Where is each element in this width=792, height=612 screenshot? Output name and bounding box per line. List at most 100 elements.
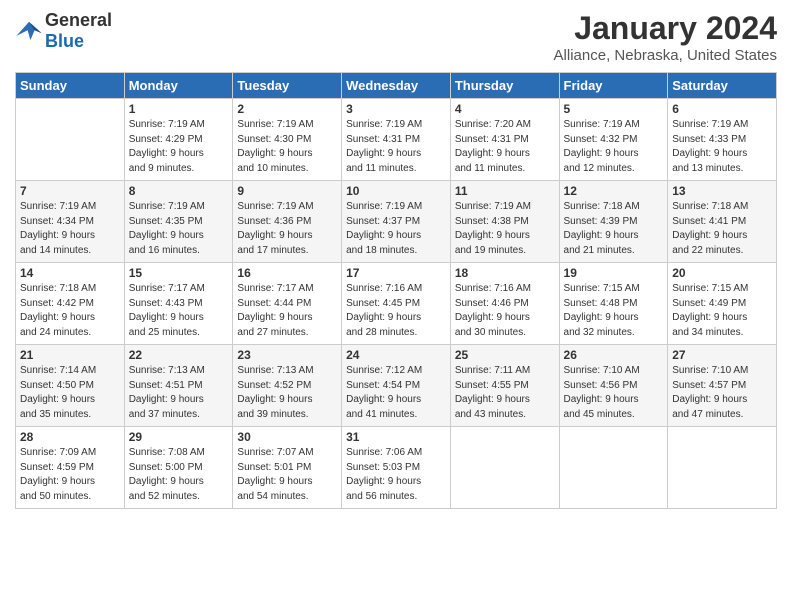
day-info: Sunrise: 7:19 AM Sunset: 4:35 PM Dayligh… <box>129 200 229 258</box>
calendar-cell: 1Sunrise: 7:19 AM Sunset: 4:29 PM Daylig… <box>124 99 233 181</box>
day-number: 8 <box>129 184 229 198</box>
day-info: Sunrise: 7:19 AM Sunset: 4:30 PM Dayligh… <box>237 118 337 176</box>
week-row-0: 1Sunrise: 7:19 AM Sunset: 4:29 PM Daylig… <box>16 99 777 181</box>
calendar-cell: 29 Sunrise: 7:08 AM Sunset: 5:00 PM Dayli… <box>124 427 233 509</box>
logo-icon <box>15 20 43 42</box>
header-day-friday: Friday <box>559 73 668 99</box>
calendar-cell: 10 Sunrise: 7:19 AM Sunset: 4:37 PM Dayli… <box>342 181 451 263</box>
calendar-cell <box>16 99 125 181</box>
logo: General Blue <box>15 10 112 52</box>
calendar-cell <box>450 427 559 509</box>
day-info: Sunrise: 7:19 AM Sunset: 4:33 PM Dayligh… <box>672 118 772 176</box>
day-number: 25 <box>455 348 555 362</box>
day-number: 23 <box>237 348 337 362</box>
calendar-table: SundayMondayTuesdayWednesdayThursdayFrid… <box>15 72 777 509</box>
day-number: 21 <box>20 348 120 362</box>
calendar-cell: 16 Sunrise: 7:17 AM Sunset: 4:44 PM Dayli… <box>233 263 342 345</box>
calendar-cell: 7Sunrise: 7:19 AM Sunset: 4:34 PM Daylig… <box>16 181 125 263</box>
calendar-cell: 30 Sunrise: 7:07 AM Sunset: 5:01 PM Dayli… <box>233 427 342 509</box>
day-number: 22 <box>129 348 229 362</box>
logo-blue: Blue <box>45 31 84 51</box>
day-info: Sunrise: 7:13 AM Sunset: 4:52 PM Dayligh… <box>237 364 337 422</box>
day-number: 11 <box>455 184 555 198</box>
day-number: 28 <box>20 430 120 444</box>
day-info: Sunrise: 7:14 AM Sunset: 4:50 PM Dayligh… <box>20 364 120 422</box>
day-number: 16 <box>237 266 337 280</box>
day-number: 31 <box>346 430 446 444</box>
calendar-cell: 12 Sunrise: 7:18 AM Sunset: 4:39 PM Dayli… <box>559 181 668 263</box>
day-info: Sunrise: 7:18 AM Sunset: 4:39 PM Dayligh… <box>564 200 664 258</box>
day-number: 26 <box>564 348 664 362</box>
calendar-cell: 25 Sunrise: 7:11 AM Sunset: 4:55 PM Dayli… <box>450 345 559 427</box>
header-row-days: SundayMondayTuesdayWednesdayThursdayFrid… <box>16 73 777 99</box>
calendar-cell: 17Sunrise: 7:16 AM Sunset: 4:45 PM Dayli… <box>342 263 451 345</box>
day-info: Sunrise: 7:08 AM Sunset: 5:00 PM Dayligh… <box>129 446 229 504</box>
week-row-3: 21 Sunrise: 7:14 AM Sunset: 4:50 PM Dayli… <box>16 345 777 427</box>
header-day-sunday: Sunday <box>16 73 125 99</box>
day-info: Sunrise: 7:18 AM Sunset: 4:41 PM Dayligh… <box>672 200 772 258</box>
month-title: January 2024 <box>554 10 777 47</box>
day-info: Sunrise: 7:10 AM Sunset: 4:57 PM Dayligh… <box>672 364 772 422</box>
calendar-cell: 24 Sunrise: 7:12 AM Sunset: 4:54 PM Dayli… <box>342 345 451 427</box>
day-number: 15 <box>129 266 229 280</box>
header-day-thursday: Thursday <box>450 73 559 99</box>
day-info: Sunrise: 7:12 AM Sunset: 4:54 PM Dayligh… <box>346 364 446 422</box>
day-info: Sunrise: 7:15 AM Sunset: 4:48 PM Dayligh… <box>564 282 664 340</box>
calendar-cell: 6Sunrise: 7:19 AM Sunset: 4:33 PM Daylig… <box>668 99 777 181</box>
day-info: Sunrise: 7:20 AM Sunset: 4:31 PM Dayligh… <box>455 118 555 176</box>
calendar-cell: 18Sunrise: 7:16 AM Sunset: 4:46 PM Dayli… <box>450 263 559 345</box>
main-container: General Blue January 2024 Alliance, Nebr… <box>0 0 792 519</box>
day-info: Sunrise: 7:17 AM Sunset: 4:43 PM Dayligh… <box>129 282 229 340</box>
day-number: 10 <box>346 184 446 198</box>
calendar-cell: 22 Sunrise: 7:13 AM Sunset: 4:51 PM Dayli… <box>124 345 233 427</box>
day-number: 13 <box>672 184 772 198</box>
day-number: 19 <box>564 266 664 280</box>
day-info: Sunrise: 7:06 AM Sunset: 5:03 PM Dayligh… <box>346 446 446 504</box>
calendar-cell: 15 Sunrise: 7:17 AM Sunset: 4:43 PM Dayli… <box>124 263 233 345</box>
day-number: 5 <box>564 102 664 116</box>
header-row: General Blue January 2024 Alliance, Nebr… <box>15 10 777 64</box>
day-number: 14 <box>20 266 120 280</box>
location-title: Alliance, Nebraska, United States <box>554 47 777 64</box>
day-info: Sunrise: 7:17 AM Sunset: 4:44 PM Dayligh… <box>237 282 337 340</box>
day-info: Sunrise: 7:13 AM Sunset: 4:51 PM Dayligh… <box>129 364 229 422</box>
calendar-cell: 8 Sunrise: 7:19 AM Sunset: 4:35 PM Daylig… <box>124 181 233 263</box>
calendar-cell: 31 Sunrise: 7:06 AM Sunset: 5:03 PM Dayli… <box>342 427 451 509</box>
calendar-cell: 5Sunrise: 7:19 AM Sunset: 4:32 PM Daylig… <box>559 99 668 181</box>
day-number: 2 <box>237 102 337 116</box>
calendar-cell: 11Sunrise: 7:19 AM Sunset: 4:38 PM Dayli… <box>450 181 559 263</box>
day-number: 3 <box>346 102 446 116</box>
day-info: Sunrise: 7:19 AM Sunset: 4:37 PM Dayligh… <box>346 200 446 258</box>
day-number: 30 <box>237 430 337 444</box>
calendar-cell: 23 Sunrise: 7:13 AM Sunset: 4:52 PM Dayli… <box>233 345 342 427</box>
day-number: 27 <box>672 348 772 362</box>
day-number: 29 <box>129 430 229 444</box>
day-info: Sunrise: 7:18 AM Sunset: 4:42 PM Dayligh… <box>20 282 120 340</box>
day-number: 18 <box>455 266 555 280</box>
day-info: Sunrise: 7:09 AM Sunset: 4:59 PM Dayligh… <box>20 446 120 504</box>
title-block: January 2024 Alliance, Nebraska, United … <box>554 10 777 64</box>
day-number: 7 <box>20 184 120 198</box>
week-row-1: 7Sunrise: 7:19 AM Sunset: 4:34 PM Daylig… <box>16 181 777 263</box>
logo-general: General <box>45 10 112 30</box>
calendar-cell: 4Sunrise: 7:20 AM Sunset: 4:31 PM Daylig… <box>450 99 559 181</box>
day-info: Sunrise: 7:11 AM Sunset: 4:55 PM Dayligh… <box>455 364 555 422</box>
calendar-body: 1Sunrise: 7:19 AM Sunset: 4:29 PM Daylig… <box>16 99 777 509</box>
calendar-cell: 19 Sunrise: 7:15 AM Sunset: 4:48 PM Dayli… <box>559 263 668 345</box>
day-info: Sunrise: 7:19 AM Sunset: 4:36 PM Dayligh… <box>237 200 337 258</box>
calendar-cell: 2 Sunrise: 7:19 AM Sunset: 4:30 PM Daylig… <box>233 99 342 181</box>
header-day-tuesday: Tuesday <box>233 73 342 99</box>
header-day-saturday: Saturday <box>668 73 777 99</box>
day-number: 9 <box>237 184 337 198</box>
header-day-wednesday: Wednesday <box>342 73 451 99</box>
calendar-header: SundayMondayTuesdayWednesdayThursdayFrid… <box>16 73 777 99</box>
calendar-cell: 9 Sunrise: 7:19 AM Sunset: 4:36 PM Daylig… <box>233 181 342 263</box>
day-info: Sunrise: 7:19 AM Sunset: 4:31 PM Dayligh… <box>346 118 446 176</box>
week-row-4: 28 Sunrise: 7:09 AM Sunset: 4:59 PM Dayli… <box>16 427 777 509</box>
calendar-cell: 28 Sunrise: 7:09 AM Sunset: 4:59 PM Dayli… <box>16 427 125 509</box>
day-info: Sunrise: 7:07 AM Sunset: 5:01 PM Dayligh… <box>237 446 337 504</box>
day-info: Sunrise: 7:10 AM Sunset: 4:56 PM Dayligh… <box>564 364 664 422</box>
day-number: 24 <box>346 348 446 362</box>
day-number: 12 <box>564 184 664 198</box>
calendar-cell: 3 Sunrise: 7:19 AM Sunset: 4:31 PM Daylig… <box>342 99 451 181</box>
